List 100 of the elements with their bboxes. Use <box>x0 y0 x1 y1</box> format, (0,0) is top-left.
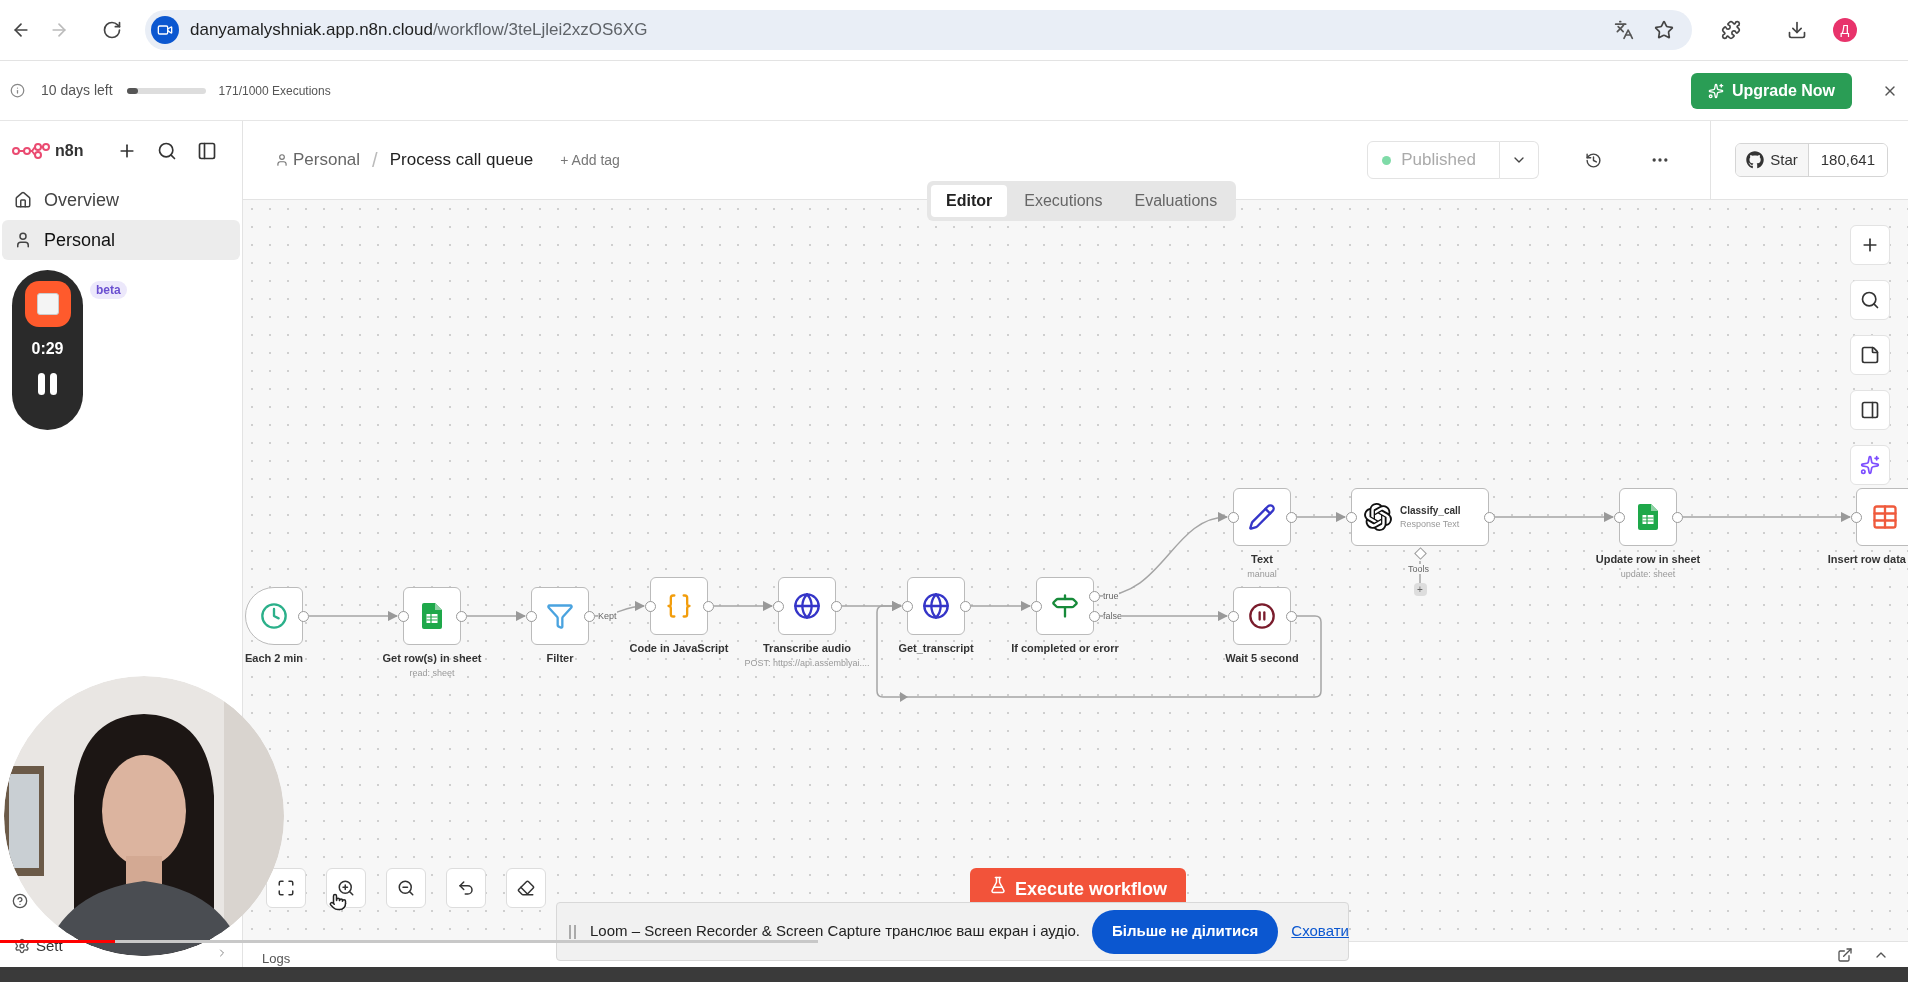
workflow-node[interactable] <box>778 577 836 635</box>
stop-recording-button[interactable] <box>24 281 71 327</box>
signpost-icon <box>1051 592 1079 620</box>
tidy-button[interactable] <box>506 868 546 908</box>
connection-port[interactable] <box>772 600 784 612</box>
translate-icon[interactable] <box>1614 20 1634 40</box>
workflow-node[interactable] <box>1233 488 1291 546</box>
filter-icon <box>546 602 574 630</box>
node-subtitle: update: sheet <box>1620 567 1676 581</box>
connection-port[interactable] <box>702 600 714 612</box>
node-label: Get_transcript <box>898 641 974 656</box>
workflow-node[interactable] <box>1036 577 1094 635</box>
connection-port[interactable] <box>1850 511 1862 523</box>
workflow-title[interactable]: Process call queue <box>389 147 534 173</box>
search-button[interactable] <box>1850 280 1890 320</box>
connection-port[interactable] <box>901 600 913 612</box>
connection-port[interactable] <box>1030 600 1042 612</box>
view-tab[interactable]: Evaluations <box>1119 185 1233 217</box>
workflow-node[interactable] <box>907 577 965 635</box>
extensions-icon[interactable] <box>1721 20 1741 40</box>
connection-port[interactable] <box>1671 511 1683 523</box>
connection-port[interactable] <box>1227 511 1239 523</box>
workflow-node[interactable] <box>531 587 589 645</box>
logs-label[interactable]: Logs <box>262 948 291 969</box>
address-bar[interactable]: danyamalyshniak.app.n8n.cloud/workflow/3teLjlei2xzOS6XG <box>145 10 1692 50</box>
fit-view-button[interactable] <box>266 868 306 908</box>
tools-port[interactable] <box>1413 547 1427 560</box>
workflow-node[interactable] <box>650 577 708 635</box>
workflow-node[interactable] <box>1856 488 1908 546</box>
workflow-node[interactable]: Classify_call Response Text <box>1351 488 1489 546</box>
connection-port[interactable] <box>1088 590 1100 602</box>
flask-icon <box>988 876 1007 894</box>
undo-button[interactable] <box>446 868 486 908</box>
connection-port[interactable] <box>455 610 467 622</box>
view-tab[interactable]: Editor <box>931 185 1008 217</box>
grip-icon <box>569 924 576 939</box>
fullscreen-icon <box>277 879 295 897</box>
stop-sharing-button[interactable]: Більше не ділитися <box>1091 909 1279 954</box>
connection-port[interactable] <box>1285 610 1297 622</box>
zoom-add-button[interactable] <box>1850 225 1890 265</box>
home-icon <box>14 191 32 209</box>
pause-bar <box>50 373 57 395</box>
user-icon <box>14 231 32 249</box>
logo-text: n8n <box>55 140 84 161</box>
sticky-note-button[interactable] <box>1850 335 1890 375</box>
node-label: If completed or erorr <box>1011 641 1119 656</box>
days-left-text: 10 days left <box>41 81 113 100</box>
upgrade-button[interactable]: Upgrade Now <box>1691 72 1852 109</box>
connection-port[interactable] <box>1088 610 1100 622</box>
pause-button[interactable] <box>38 373 57 395</box>
connection-port[interactable] <box>297 610 309 622</box>
spreadsheet-icon <box>422 603 442 629</box>
sidebar-item[interactable]: Personal <box>2 220 240 260</box>
ai-assistant-button[interactable] <box>1850 445 1890 485</box>
download-icon[interactable] <box>1787 20 1807 40</box>
connection-port[interactable] <box>1483 511 1495 523</box>
add-tool-button[interactable]: + <box>1413 583 1427 596</box>
connection-line <box>466 610 527 622</box>
url-text: danyamalyshniak.app.n8n.cloud/workflow/3teLjlei2xzOS6XG <box>190 19 648 42</box>
info-icon <box>10 83 25 98</box>
connection-port[interactable] <box>525 610 537 622</box>
hide-link[interactable]: Сховати <box>1291 920 1349 943</box>
table-icon <box>1871 503 1899 531</box>
zoom-in-icon <box>337 879 355 897</box>
history-icon[interactable] <box>1585 151 1603 169</box>
connection-port[interactable] <box>959 600 971 612</box>
globe-icon <box>793 592 821 620</box>
connection-port[interactable] <box>1285 511 1297 523</box>
profile-avatar[interactable]: Д <box>1833 18 1857 42</box>
help-icon[interactable] <box>12 893 28 909</box>
connection-line <box>1296 511 1347 523</box>
workflow-node[interactable] <box>1619 488 1677 546</box>
sparkles-icon <box>1860 455 1880 475</box>
video-progress-track[interactable] <box>0 940 818 943</box>
panel-button[interactable] <box>1850 390 1890 430</box>
connection-port[interactable] <box>644 600 656 612</box>
search-icon[interactable] <box>157 140 178 161</box>
workflow-node[interactable] <box>1233 587 1291 645</box>
workflow-node[interactable] <box>245 587 303 645</box>
sidebar-toggle-icon[interactable] <box>197 140 218 161</box>
pop-out-icon[interactable] <box>1837 946 1853 963</box>
workflow-node[interactable] <box>403 587 461 645</box>
connection-port[interactable] <box>397 610 409 622</box>
breadcrumb-link[interactable]: Personal <box>293 147 361 173</box>
view-tab[interactable]: Executions <box>1009 185 1118 217</box>
edge-label: Tools <box>1408 564 1429 574</box>
github-star-button[interactable]: Star 180,641 <box>1735 143 1888 177</box>
add-tag-link[interactable]: + Add tag <box>560 149 620 171</box>
node-label: Get row(s) in sheet <box>382 651 482 666</box>
connection-port[interactable] <box>1613 511 1625 523</box>
connection-port[interactable] <box>1345 511 1357 523</box>
spreadsheet-icon <box>1638 504 1658 530</box>
bookmark-icon[interactable] <box>1654 20 1674 40</box>
connection-port[interactable] <box>830 600 842 612</box>
zoom-out-button[interactable] <box>386 868 426 908</box>
connection-port[interactable] <box>1227 610 1239 622</box>
search-icon <box>1860 290 1880 310</box>
node-label: Text <box>1251 552 1273 567</box>
github-icon <box>1746 151 1765 169</box>
connection-port[interactable] <box>583 610 595 622</box>
